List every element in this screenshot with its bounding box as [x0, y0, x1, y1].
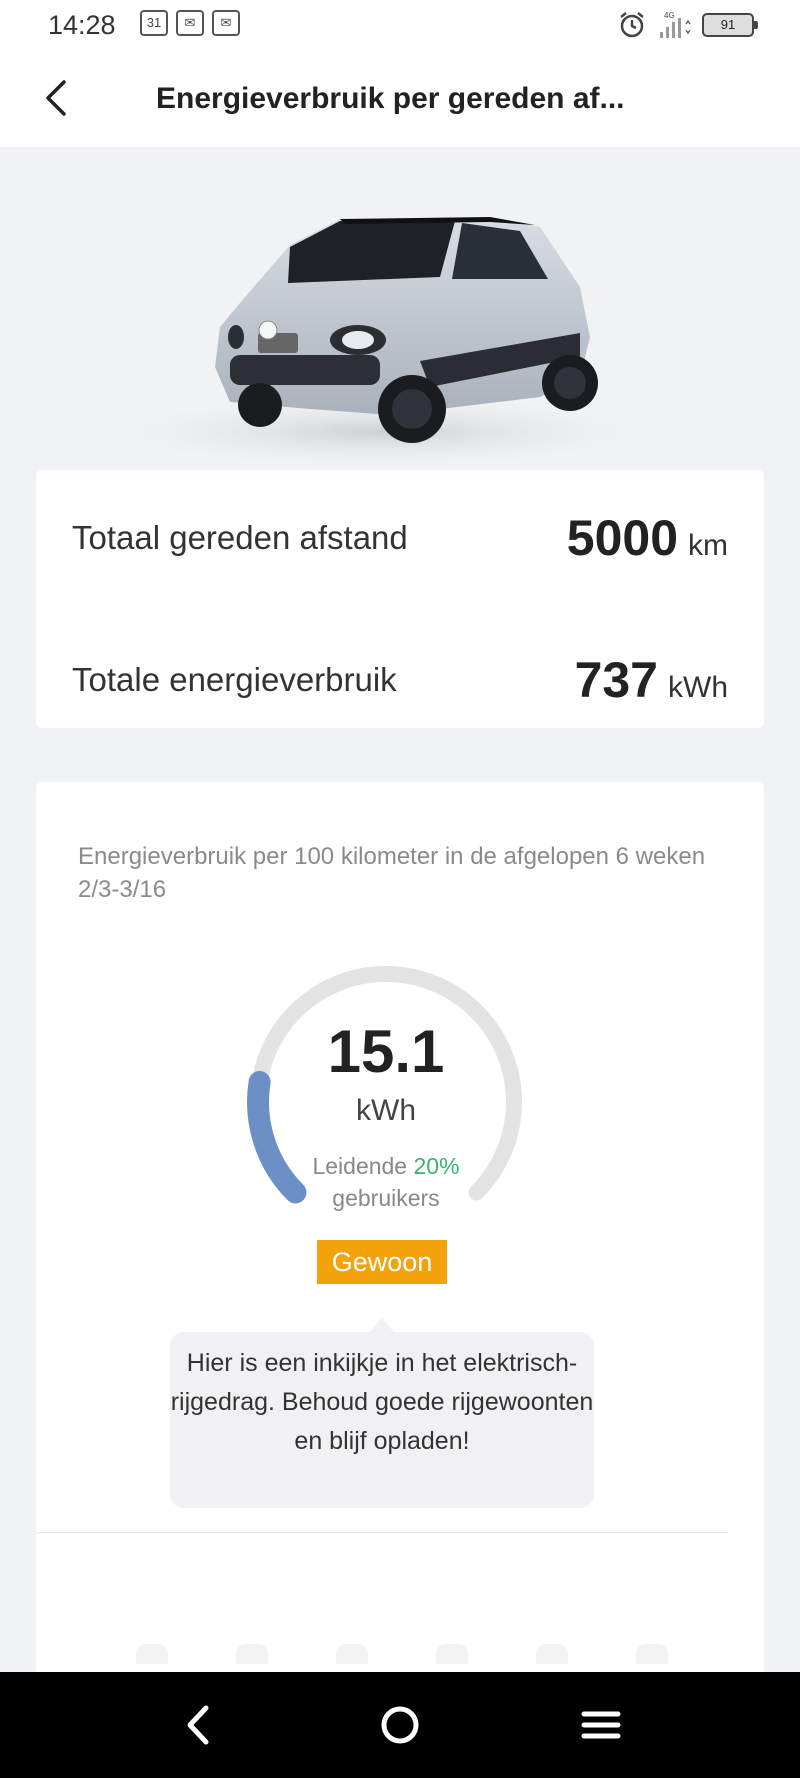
system-nav-bar: [0, 1672, 800, 1778]
rank-text: Leidende 20% gebruikers: [226, 1150, 546, 1214]
nav-home-button[interactable]: [375, 1700, 425, 1750]
chart-bar-stub: [136, 1644, 168, 1664]
status-bar: 14:28 31 ✉ ✉ 4G 91: [0, 0, 800, 50]
signal-icon: 4G: [660, 11, 691, 38]
page-header: Energieverbruik per gereden af...: [0, 50, 800, 147]
distance-value-group: 5000 km: [567, 509, 728, 567]
energy-label: Totale energieverbruik: [72, 661, 397, 698]
nav-home-icon: [381, 1706, 419, 1744]
distance-row: Totaal gereden afstand 5000 km: [72, 508, 728, 568]
notification-icons: 31 ✉ ✉: [140, 10, 240, 36]
email-icon: ✉: [176, 10, 204, 36]
chart-bar-stub: [536, 1644, 568, 1664]
distance-label: Totaal gereden afstand: [72, 519, 408, 556]
rating-badge: Gewoon: [317, 1240, 447, 1284]
consumption-gauge: 15.1 kWh Leidende 20% gebruikers: [226, 962, 546, 1242]
car-image: [80, 217, 680, 467]
nav-menu-button[interactable]: [576, 1700, 626, 1750]
system-icons: 4G 91: [618, 10, 758, 40]
energy-value-group: 737 kWh: [575, 651, 728, 709]
chart-bar-stub: [336, 1644, 368, 1664]
consumption-value: 15.1: [327, 1018, 445, 1085]
nav-back-button[interactable]: [174, 1700, 224, 1750]
consumption-unit: kWh: [356, 1094, 416, 1127]
calendar-icon: 31: [140, 10, 168, 36]
rank-suffix: gebruikers: [332, 1185, 440, 1211]
energy-row: Totale energieverbruik 737 kWh: [72, 650, 728, 710]
consumption-card: Energieverbruik per 100 kilometer in de …: [36, 782, 764, 1682]
consumption-caption: Energieverbruik per 100 kilometer in de …: [78, 843, 706, 903]
status-time: 14:28: [48, 10, 116, 40]
email-icon: ✉: [212, 10, 240, 36]
distance-unit: km: [688, 529, 728, 562]
alarm-icon: [620, 12, 644, 38]
divider: [36, 1532, 728, 1533]
chart-preview: [136, 1644, 668, 1664]
stats-card: Totaal gereden afstand 5000 km Totale ene…: [36, 470, 764, 728]
nav-menu-icon: [581, 1711, 621, 1739]
chevron-left-icon: [46, 80, 66, 116]
nav-back-icon: [187, 1705, 209, 1745]
svg-text:4G: 4G: [664, 11, 675, 20]
back-button[interactable]: [36, 76, 80, 120]
page-title: Energieverbruik per gereden af...: [156, 82, 625, 115]
chart-bar-stub: [636, 1644, 668, 1664]
energy-value: 737: [574, 652, 658, 708]
battery-icon: 91: [702, 13, 758, 37]
distance-value: 5000: [566, 510, 678, 566]
chart-bar-stub: [236, 1644, 268, 1664]
rank-percent: 20%: [413, 1153, 460, 1179]
tip-bubble: Hier is een inkijkje in het elektrisch-r…: [170, 1318, 594, 1508]
chart-bar-stub: [436, 1644, 468, 1664]
energy-unit: kWh: [668, 671, 728, 704]
rank-prefix: Leidende: [312, 1153, 408, 1179]
